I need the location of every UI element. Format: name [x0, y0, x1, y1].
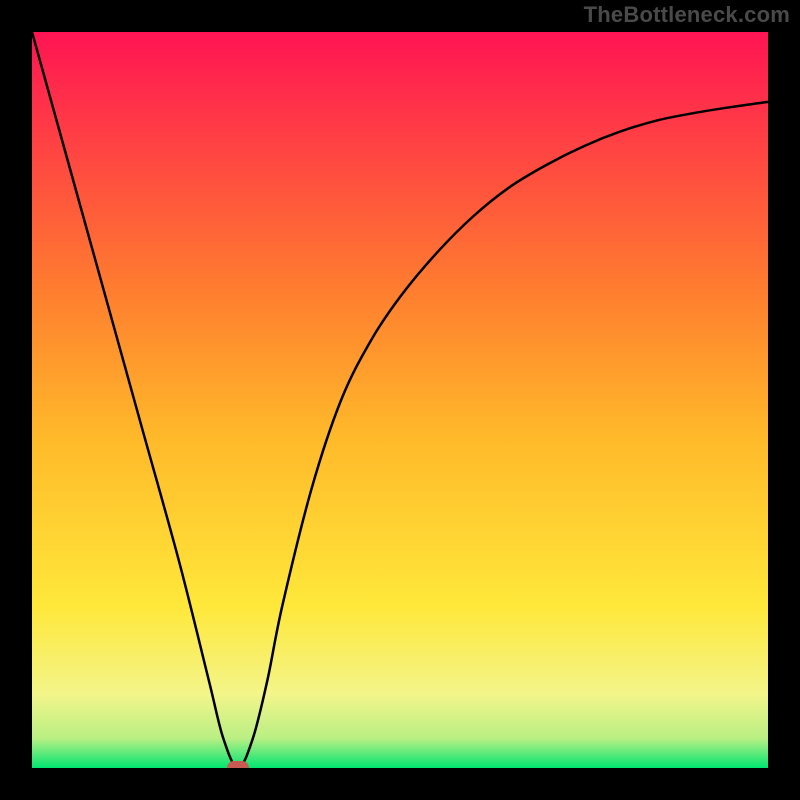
chart-frame: TheBottleneck.com: [0, 0, 800, 800]
gradient-rect: [32, 32, 768, 768]
plot-area: [32, 32, 768, 768]
chart-svg: [32, 32, 768, 768]
watermark-text: TheBottleneck.com: [584, 2, 790, 28]
optimum-marker: [227, 761, 249, 768]
